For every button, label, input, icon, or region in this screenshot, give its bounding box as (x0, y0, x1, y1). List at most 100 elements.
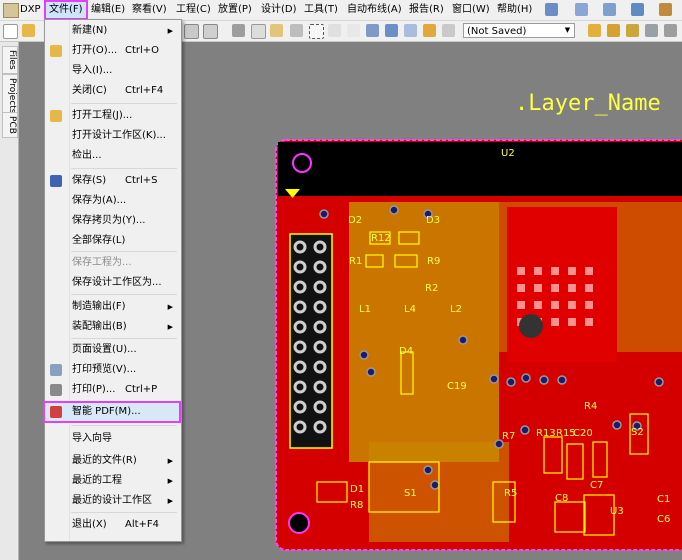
tab-files[interactable]: Files (2, 46, 18, 74)
menu-item-label: 导入向导 (72, 433, 112, 444)
pad-icon[interactable] (664, 24, 677, 37)
route-icon[interactable] (588, 24, 601, 37)
menu-item-label: 保存拷贝为(Y)... (72, 215, 146, 226)
designator-label: C8 (555, 493, 568, 504)
menu-item-open-project[interactable]: 打开工程(J)... (45, 107, 179, 125)
layer-name-label: .Layer_Name (515, 91, 661, 116)
menu-item-label: 装配输出(B) (72, 321, 127, 332)
menu-item-print[interactable]: 打印(P)... Ctrl+P (45, 381, 179, 399)
printer-icon (50, 384, 62, 396)
menu-separator (71, 338, 177, 339)
zoom-icon[interactable] (184, 24, 199, 39)
move-icon[interactable] (328, 24, 341, 37)
menu-item-label: 最近的设计工作区 (72, 495, 152, 506)
menu-item-label: 打印(P)... (72, 384, 116, 395)
menu-file[interactable]: 文件(F) (44, 0, 88, 20)
menu-tools[interactable]: 工具(T) (304, 2, 338, 18)
menu-item-close[interactable]: 关闭(C) Ctrl+F4 (45, 82, 179, 100)
menu-item-import-wizard[interactable]: 导入向导 (45, 430, 179, 448)
menu-item-save[interactable]: 保存(S) Ctrl+S (45, 172, 179, 190)
menu-item-save-as[interactable]: 保存为(A)... (45, 192, 179, 210)
crossprobe-icon[interactable] (423, 24, 436, 37)
clear-filter-icon[interactable] (366, 24, 379, 37)
menu-window[interactable]: 窗口(W) (452, 2, 490, 18)
file-menu-dropdown: 新建(N) ▶ 打开(O)... Ctrl+O 导入(I)... 关闭(C) Ctrl+F4… (43, 19, 182, 542)
menu-reports[interactable]: 报告(R) (409, 2, 444, 18)
menu-item-open-workspace[interactable]: 打开设计工作区(K)... (45, 127, 179, 145)
menu-item-fabrication-outputs[interactable]: 制造输出(F) ▶ (45, 298, 179, 316)
app-name: DXP (20, 4, 41, 15)
redo-icon[interactable] (404, 24, 417, 37)
menu-item-smart-pdf[interactable]: 智能 PDF(M)... (43, 401, 181, 423)
menu-edit[interactable]: 编辑(E) (91, 2, 125, 18)
menu-item-save-all[interactable]: 全部保存(L) (45, 232, 179, 250)
zoom-fit-icon[interactable] (203, 24, 218, 39)
menu-place[interactable]: 放置(P) (218, 2, 252, 18)
menu-item-shortcut: Ctrl+O (125, 45, 160, 56)
menu-item-page-setup[interactable]: 页面设置(U)... (45, 341, 179, 359)
menu-item-print-preview[interactable]: 打印预览(V)... (45, 361, 179, 379)
menu-separator (71, 294, 177, 295)
menu-project[interactable]: 工程(C) (176, 2, 211, 18)
align-tool-icon[interactable] (603, 3, 616, 16)
help-icon[interactable] (442, 24, 455, 37)
tab-projects[interactable]: Projects (2, 74, 18, 118)
submenu-arrow-icon: ▶ (167, 323, 173, 331)
menu-item-recent-projects[interactable]: 最近的工程 ▶ (45, 472, 179, 490)
view-config-combo[interactable]: (Not Saved) ▼ (463, 23, 575, 38)
menu-item-label: 导入(I)... (72, 65, 113, 76)
smart-pdf-icon (50, 406, 62, 418)
menu-item-exit[interactable]: 退出(X) Alt+F4 (45, 516, 179, 534)
menu-item-recent-files[interactable]: 最近的文件(R) ▶ (45, 452, 179, 470)
menu-view[interactable]: 察看(V) (132, 2, 167, 18)
select-tool-icon[interactable] (631, 3, 644, 16)
new-file-icon[interactable] (3, 24, 18, 39)
side-panel: Files Projects PCB (0, 42, 19, 560)
menu-item-open[interactable]: 打开(O)... Ctrl+O (45, 42, 179, 60)
designator-label: L4 (404, 304, 416, 315)
menu-item-label: 打开(O)... (72, 45, 118, 56)
fill-icon[interactable] (626, 24, 639, 37)
menu-autoroute[interactable]: 自动布线(A) (347, 2, 402, 18)
copy-icon[interactable] (251, 24, 266, 39)
diff-pair-icon[interactable] (607, 24, 620, 37)
chevron-down-icon[interactable]: ▼ (562, 25, 573, 36)
component-tool-icon[interactable] (575, 3, 588, 16)
designator-label: R2 (425, 283, 438, 294)
grid-tool-icon[interactable] (659, 3, 672, 16)
designator-label: U2 (501, 148, 515, 159)
menu-item-shortcut: Ctrl+S (125, 175, 158, 186)
mounting-hole-bottom (288, 512, 310, 534)
menu-item-recent-workspaces[interactable]: 最近的设计工作区 ▶ (45, 492, 179, 510)
designator-label: S1 (404, 488, 417, 499)
designator-label: R12 (371, 233, 391, 244)
select-area-icon[interactable] (309, 24, 324, 39)
menu-item-checkout[interactable]: 检出... (45, 147, 179, 165)
menu-design[interactable]: 设计(D) (261, 2, 297, 18)
menu-item-label: 关闭(C) (72, 85, 107, 96)
menu-item-label: 检出... (72, 150, 102, 161)
designator-label: D3 (426, 215, 440, 226)
menu-help[interactable]: 帮助(H) (497, 2, 532, 18)
rubber-stamp-icon[interactable] (290, 24, 303, 37)
via-icon[interactable] (645, 24, 658, 37)
designator-label: D2 (348, 215, 362, 226)
ic-pad-center (519, 314, 543, 338)
deselect-icon[interactable] (347, 24, 360, 37)
menu-item-new[interactable]: 新建(N) ▶ (45, 22, 179, 40)
menu-item-save-workspace-as[interactable]: 保存设计工作区为... (45, 274, 179, 292)
tab-pcb[interactable]: PCB (2, 112, 18, 138)
wire-tool-icon[interactable] (545, 3, 558, 16)
menu-item-import[interactable]: 导入(I)... (45, 62, 179, 80)
undo-icon[interactable] (385, 24, 398, 37)
menu-item-assembly-outputs[interactable]: 装配输出(B) ▶ (45, 318, 179, 336)
menu-separator (71, 425, 177, 426)
open-folder-icon[interactable] (22, 24, 35, 37)
menu-item-save-copy-as[interactable]: 保存拷贝为(Y)... (45, 212, 179, 230)
cut-icon[interactable] (232, 24, 245, 37)
paste-icon[interactable] (270, 24, 283, 37)
menu-item-shortcut: Ctrl+P (125, 384, 158, 395)
menu-item-save-project-as[interactable]: 保存工程为... (45, 254, 179, 272)
save-icon (50, 175, 62, 187)
menu-item-label: 制造输出(F) (72, 301, 126, 312)
